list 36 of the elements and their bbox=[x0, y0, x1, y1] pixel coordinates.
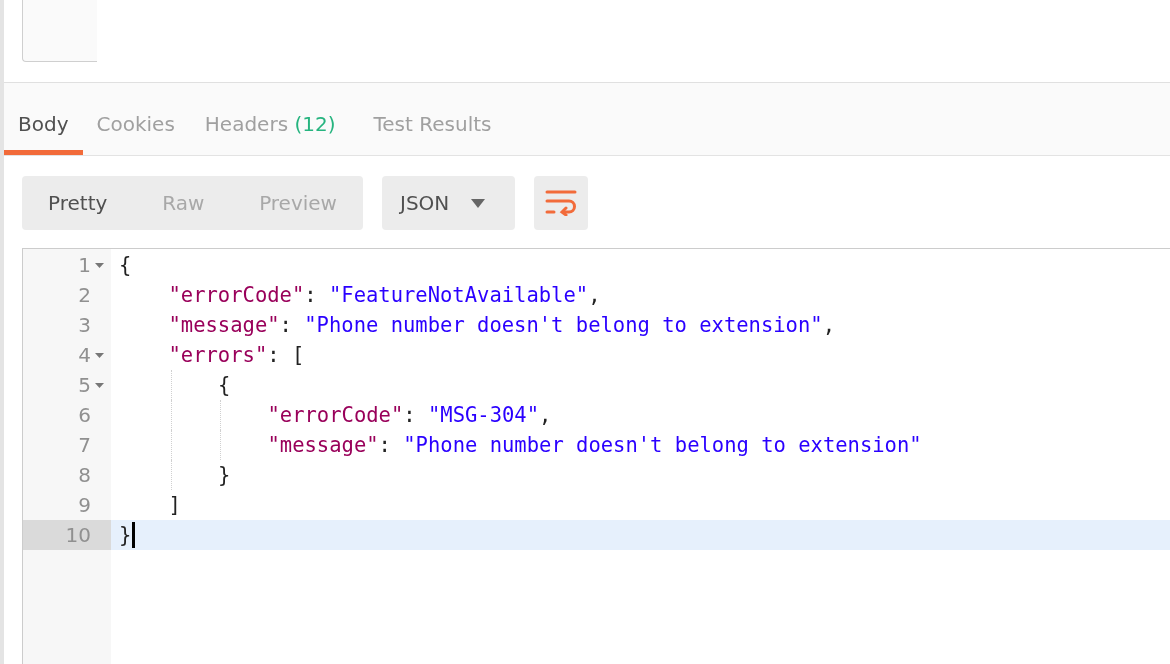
code-line: "errors": [ bbox=[168, 343, 305, 367]
fold-caret-icon[interactable] bbox=[95, 353, 104, 358]
code-line: { bbox=[218, 373, 231, 397]
response-tab[interactable]: Test Results bbox=[359, 112, 506, 155]
code-line: { bbox=[119, 253, 132, 277]
line-number: 6 bbox=[78, 403, 91, 427]
line-number: 8 bbox=[78, 463, 91, 487]
code-line: ] bbox=[168, 493, 181, 517]
code-line: } bbox=[218, 463, 231, 487]
line-number: 7 bbox=[78, 433, 91, 457]
line-number: 10 bbox=[65, 523, 91, 547]
line-number: 5 bbox=[78, 373, 91, 397]
code-editor[interactable] bbox=[22, 248, 1170, 664]
response-tab[interactable]: Headers (12) bbox=[190, 112, 350, 155]
view-mode-button[interactable]: Preview bbox=[241, 183, 355, 223]
line-number: 9 bbox=[78, 493, 91, 517]
wrap-lines-icon bbox=[545, 190, 577, 216]
text-cursor bbox=[132, 522, 136, 548]
code-line: "message": "Phone number doesn't belong to extension", bbox=[168, 313, 835, 337]
view-mode-button[interactable]: Pretty bbox=[30, 183, 126, 223]
line-number: 2 bbox=[78, 283, 91, 307]
line-number: 3 bbox=[78, 313, 91, 337]
response-tab[interactable]: Cookies bbox=[82, 112, 189, 155]
fold-caret-icon[interactable] bbox=[95, 263, 104, 268]
wrap-lines-button[interactable] bbox=[534, 176, 588, 230]
line-number: 4 bbox=[78, 343, 91, 367]
response-tab[interactable]: Body bbox=[4, 112, 83, 155]
format-dropdown[interactable]: JSON bbox=[382, 176, 515, 230]
code-line: "message": "Phone number doesn't belong to extension" bbox=[267, 433, 922, 457]
code-line: "errorCode": "MSG-304", bbox=[267, 403, 552, 427]
caret-icon bbox=[471, 198, 486, 208]
code-line: "errorCode": "FeatureNotAvailable", bbox=[168, 283, 601, 307]
line-number: 1 bbox=[78, 253, 91, 277]
view-mode-button[interactable]: Raw bbox=[144, 183, 223, 223]
code-line: } bbox=[119, 523, 132, 547]
fold-caret-icon[interactable] bbox=[95, 383, 104, 388]
